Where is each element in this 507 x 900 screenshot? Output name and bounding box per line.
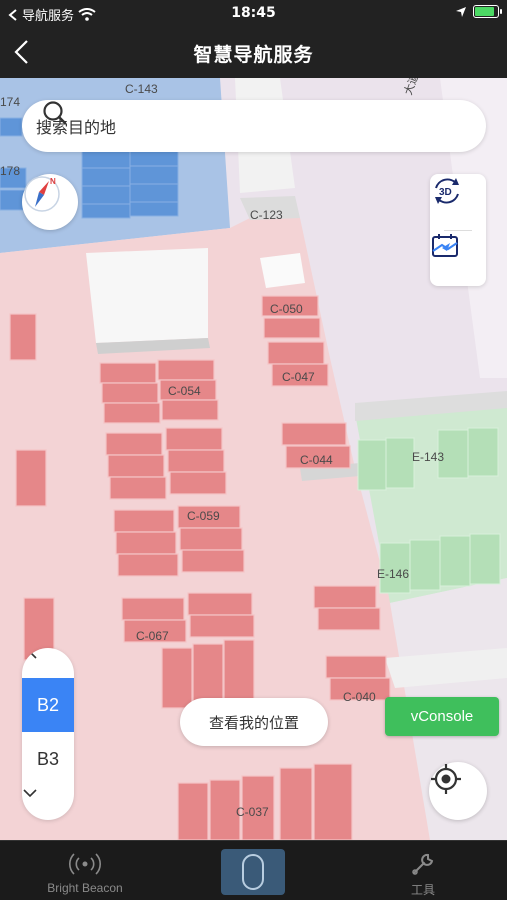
page-title: 智慧导航服务: [193, 44, 314, 66]
search-icon: [43, 101, 67, 125]
beacon-device-icon: [242, 854, 264, 890]
chevron-down-icon: [23, 789, 37, 798]
compass-button[interactable]: N: [22, 174, 78, 230]
zone-label: E-143: [412, 450, 445, 464]
tab-beacon-device[interactable]: [221, 849, 285, 895]
nav-header: 智慧导航服务: [0, 26, 507, 78]
wrench-icon: [412, 853, 434, 875]
battery-level: [475, 7, 494, 16]
zone-label: 178: [0, 164, 21, 178]
beacon-signal-icon: [69, 853, 101, 875]
locate-button[interactable]: [429, 762, 487, 820]
zone-label: C-123: [250, 208, 283, 222]
crosshair-icon: [431, 764, 461, 794]
tab-label: Bright Beacon: [47, 881, 123, 895]
zone-label: C-037: [236, 805, 269, 819]
zone-label: C-067: [136, 629, 169, 643]
tab-tools[interactable]: 工具: [398, 841, 448, 900]
my-location-button[interactable]: 查看我的位置: [180, 698, 328, 746]
floor-selector: B2 B3: [22, 648, 74, 820]
3d-rotate-icon: 3D: [435, 178, 459, 204]
zone-label: C-059: [187, 509, 220, 523]
svg-text:N: N: [50, 177, 56, 186]
zone-label: E-146: [377, 567, 410, 581]
status-time: 18:45: [231, 5, 276, 21]
compass-icon: N: [24, 176, 60, 212]
vconsole-button[interactable]: vConsole: [385, 697, 499, 736]
zone-label: C-047: [282, 370, 315, 384]
floor-up-button[interactable]: [22, 650, 74, 678]
zone-label: 174: [0, 95, 21, 109]
map-view-tools: 3D: [430, 174, 486, 286]
bottom-tab-bar: Bright Beacon 工具: [0, 840, 507, 900]
location-arrow-icon: [456, 6, 466, 17]
map-overview-icon: [432, 234, 458, 257]
view-3d-label: 3D: [439, 187, 452, 198]
floor-down-button[interactable]: [22, 788, 74, 816]
zone-label: C-143: [125, 82, 158, 96]
zone-label: C-044: [300, 453, 333, 467]
chevron-up-icon: [23, 650, 37, 659]
zone-label: C-040: [343, 690, 376, 704]
floor-b3[interactable]: B3: [22, 732, 74, 786]
zone-label: C-050: [270, 302, 303, 316]
battery-icon: [473, 5, 502, 18]
floor-b2[interactable]: B2: [22, 678, 74, 732]
status-bar: 导航服务 18:45: [0, 0, 507, 26]
zone-label: C-054: [168, 384, 201, 398]
search-bar[interactable]: 搜索目的地: [22, 100, 486, 152]
tab-bright-beacon[interactable]: Bright Beacon: [38, 841, 132, 900]
indoor-map[interactable]: 174 178 C-143 C-123 C-050 C-054 C-047 C-…: [0, 78, 507, 840]
status-indicators: [455, 5, 502, 18]
view-3d-button[interactable]: 3D: [430, 174, 486, 230]
map-overview-button[interactable]: [430, 231, 486, 287]
tab-label: 工具: [410, 883, 435, 897]
